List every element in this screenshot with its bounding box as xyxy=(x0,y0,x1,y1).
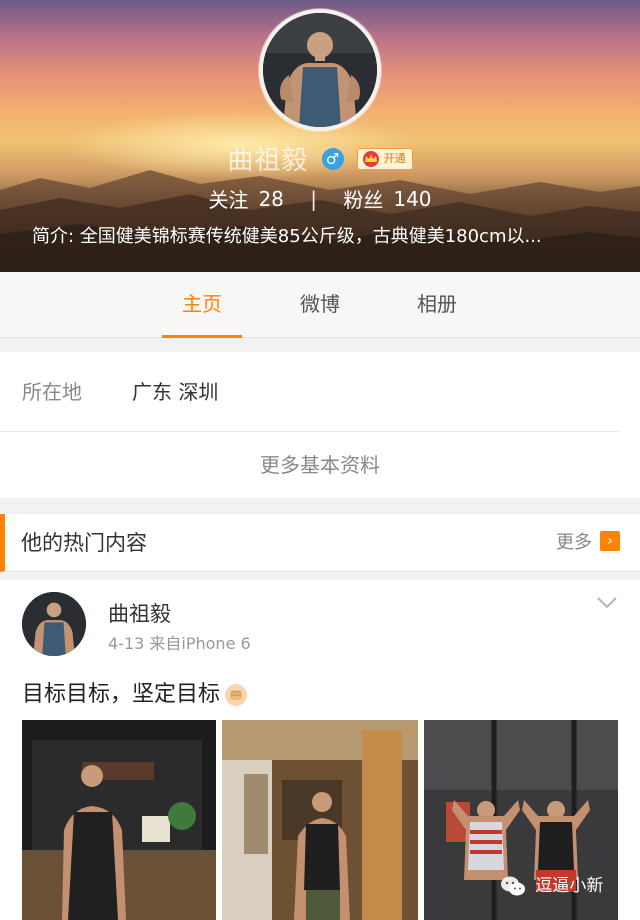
vip-badge[interactable]: 开通 xyxy=(356,147,413,170)
profile-tabs: 主页 微博 相册 xyxy=(0,272,640,338)
person-silhouette-icon xyxy=(263,13,377,127)
name-row: 曲祖毅 ♂ 开通 xyxy=(0,140,640,176)
watermark: 逗逼小新 xyxy=(500,868,603,904)
location-row: 所在地 广东 深圳 xyxy=(0,352,620,432)
location-label: 所在地 xyxy=(22,380,82,404)
avatar-photo xyxy=(263,13,377,127)
post-text-content: 目标目标，坚定目标 xyxy=(22,682,221,707)
gym-photo-image xyxy=(222,720,418,920)
hot-content-header: 他的热门内容 更多 › xyxy=(0,514,640,572)
followers-label: 粉丝 xyxy=(343,188,384,212)
post-author[interactable]: 曲祖毅 xyxy=(108,598,171,628)
location-value: 广东 深圳 xyxy=(132,380,219,404)
fist-emoji-icon xyxy=(225,684,248,706)
profile-name: 曲祖毅 xyxy=(227,146,309,176)
more-info-link[interactable]: 更多基本资料 xyxy=(0,432,640,498)
watermark-text: 逗逼小新 xyxy=(535,876,604,896)
hot-more-link[interactable]: 更多 › xyxy=(556,514,620,572)
post-photo-1[interactable] xyxy=(22,720,216,920)
profile-cover: 曲祖毅 ♂ 开通 关注 28 | 粉丝 140 简介: 全国健美锦标赛传统健美85公… xyxy=(0,0,640,272)
chevron-right-icon: › xyxy=(600,531,620,551)
follow-stats: 关注 28 | 粉丝 140 xyxy=(0,184,640,213)
following-count: 28 xyxy=(258,186,284,211)
profile-bio[interactable]: 简介: 全国健美锦标赛传统健美85公斤级，古典健美180cm以... xyxy=(32,222,612,248)
male-icon: ♂ xyxy=(321,147,344,170)
vip-label: 开通 xyxy=(383,151,406,165)
tab-weibo[interactable]: 微博 xyxy=(280,272,360,338)
crown-icon xyxy=(362,150,379,167)
followers-count: 140 xyxy=(393,186,432,211)
basic-info-card: 所在地 广东 深圳 更多基本资料 xyxy=(0,352,640,498)
post-photo-2[interactable] xyxy=(222,720,418,920)
post-text: 目标目标，坚定目标 xyxy=(22,676,248,708)
tab-home[interactable]: 主页 xyxy=(162,272,242,338)
person-silhouette-icon xyxy=(22,592,86,656)
post-meta: 4-13 来自iPhone 6 xyxy=(108,634,251,653)
gym-photo-image xyxy=(22,720,216,920)
profile-avatar[interactable] xyxy=(259,9,381,131)
following-link[interactable]: 关注 28 xyxy=(208,185,290,213)
hot-content-title: 他的热门内容 xyxy=(21,531,147,555)
hot-more-label: 更多 xyxy=(556,532,592,553)
following-label: 关注 xyxy=(208,188,249,212)
followers-link[interactable]: 粉丝 140 xyxy=(343,185,432,213)
wechat-icon xyxy=(501,876,525,896)
stats-separator: | xyxy=(310,186,317,211)
chevron-down-icon[interactable] xyxy=(596,596,618,610)
post-avatar[interactable] xyxy=(22,592,86,656)
tab-album[interactable]: 相册 xyxy=(397,272,477,338)
